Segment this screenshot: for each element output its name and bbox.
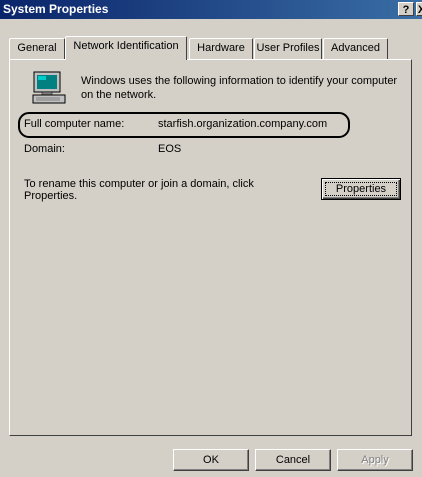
- tab-user-profiles[interactable]: User Profiles: [254, 38, 322, 59]
- tab-general[interactable]: General: [9, 38, 65, 59]
- rename-text: To rename this computer or join a domain…: [24, 178, 254, 202]
- cancel-button-label: Cancel: [275, 454, 311, 466]
- domain-value: EOS: [158, 143, 182, 155]
- properties-button[interactable]: Properties: [321, 178, 401, 200]
- cancel-button[interactable]: Cancel: [255, 449, 331, 471]
- full-name-label: Full computer name:: [24, 118, 125, 130]
- description-text: Windows uses the following information t…: [81, 75, 398, 101]
- close-button[interactable]: X: [416, 2, 422, 16]
- tab-advanced[interactable]: Advanced: [323, 38, 388, 59]
- computer-icon: [32, 71, 66, 104]
- full-name-value: starfish.organization.company.com: [158, 118, 328, 130]
- ok-button-label: OK: [203, 454, 219, 466]
- apply-button-label: Apply: [361, 454, 389, 466]
- help-button[interactable]: ?: [398, 2, 414, 16]
- ok-button[interactable]: OK: [173, 449, 249, 471]
- apply-button[interactable]: Apply: [337, 449, 413, 471]
- window-title: System Properties: [3, 2, 109, 16]
- tab-network-identification[interactable]: Network Identification: [65, 36, 187, 60]
- domain-label: Domain:: [24, 143, 65, 155]
- tab-hardware[interactable]: Hardware: [189, 38, 253, 59]
- title-bar[interactable]: System Properties ? X: [0, 0, 422, 19]
- properties-button-label: Properties: [335, 183, 387, 195]
